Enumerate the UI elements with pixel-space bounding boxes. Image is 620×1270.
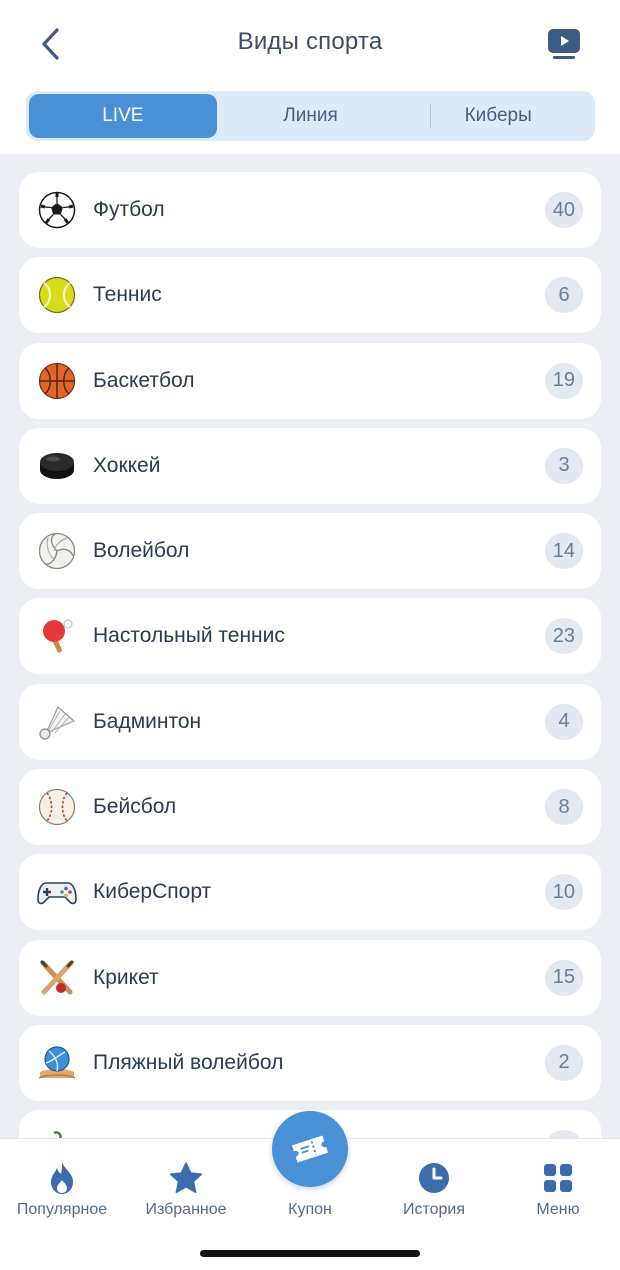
tab-menu[interactable]: Меню	[496, 1147, 620, 1219]
sport-row-baseball[interactable]: Бейсбол 8	[19, 769, 601, 846]
tab-label: Избранное	[145, 1201, 227, 1218]
sport-row-table-tennis[interactable]: Настольный теннис 23	[19, 598, 601, 675]
tennis-ball-icon	[37, 275, 77, 315]
event-count-badge: 23	[544, 618, 583, 655]
sport-name: Хоккей	[93, 453, 161, 477]
event-count-badge: 19	[544, 362, 583, 399]
gamepad-icon	[37, 872, 77, 912]
sport-name: Бадминтон	[93, 709, 202, 733]
event-count-badge: 40	[544, 192, 583, 228]
sport-name: КиберСпорт	[93, 880, 212, 904]
segment-divider	[430, 104, 431, 128]
tab-bar: Популярное Избранное Купон История Меню	[0, 1111, 620, 1270]
event-count-badge: 6	[545, 277, 583, 314]
partial-sport-icon	[37, 1128, 77, 1138]
grid-icon	[541, 1161, 575, 1195]
event-count-badge: 4	[545, 703, 583, 740]
header: Виды спорта LIVE Линия Киберы	[0, 0, 620, 154]
sport-row-esports[interactable]: КиберСпорт 10	[19, 854, 601, 931]
event-count-badge: 8	[545, 789, 583, 826]
clock-icon	[417, 1161, 451, 1195]
sport-row-cricket[interactable]: Крикет 15	[19, 939, 601, 1016]
sports-list: Футбол 40 Теннис 6 Баскетбол 19 Хоккей 3…	[19, 172, 601, 1138]
event-count-badge: 15	[544, 959, 583, 996]
event-count-badge: 14	[544, 533, 583, 570]
tab-popular[interactable]: Популярное	[0, 1147, 124, 1219]
sport-name: Теннис	[93, 283, 162, 307]
sport-row-football[interactable]: Футбол 40	[19, 172, 601, 248]
sport-name: Настольный теннис	[93, 624, 285, 648]
sport-name: Пляжный волейбол	[93, 1050, 284, 1074]
page-title: Виды спорта	[237, 28, 383, 55]
event-count-badge: 10	[544, 874, 583, 911]
tab-label: История	[402, 1201, 466, 1218]
star-icon	[169, 1161, 203, 1195]
sport-row-hockey[interactable]: Хоккей 3	[19, 427, 601, 504]
sport-row-beach-volleyball[interactable]: Пляжный волейбол 2	[19, 1024, 601, 1101]
sport-row-badminton[interactable]: Бадминтон 4	[19, 683, 601, 760]
ticket-icon	[292, 1135, 328, 1163]
segmented-control: LIVE Линия Киберы	[26, 91, 595, 141]
tv-button[interactable]	[544, 24, 584, 64]
shuttlecock-icon	[37, 702, 77, 742]
event-count-badge	[545, 1130, 583, 1138]
sport-name: Бейсбол	[93, 795, 177, 819]
soccer-ball-icon	[37, 190, 77, 230]
event-count-badge: 2	[545, 1044, 583, 1081]
hockey-puck-icon	[37, 446, 77, 486]
coupon-button[interactable]	[272, 1111, 348, 1187]
tab-favorites[interactable]: Избранное	[124, 1147, 248, 1219]
basketball-icon	[37, 361, 77, 401]
segment-line[interactable]: Линия	[217, 94, 405, 138]
beach-volleyball-icon	[37, 1043, 77, 1083]
sport-name: Крикет	[93, 965, 159, 989]
tab-label: Меню	[536, 1201, 580, 1218]
segment-cyber[interactable]: Киберы	[404, 94, 592, 138]
tv-play-icon	[548, 29, 580, 59]
sport-row-basketball[interactable]: Баскетбол 19	[19, 342, 601, 419]
tab-label: Популярное	[16, 1201, 108, 1218]
sport-row-tennis[interactable]: Теннис 6	[19, 257, 601, 334]
sport-name: Волейбол	[93, 539, 190, 563]
sport-row-volleyball[interactable]: Волейбол 14	[19, 513, 601, 590]
volleyball-icon	[37, 531, 77, 571]
tab-label: Купон	[288, 1201, 332, 1218]
segment-live[interactable]: LIVE	[29, 94, 217, 138]
sport-name: Футбол	[93, 198, 165, 221]
event-count-badge: 3	[545, 447, 583, 484]
baseball-icon	[37, 787, 77, 827]
tab-history[interactable]: История	[372, 1147, 496, 1219]
sport-name: Баскетбол	[93, 368, 195, 392]
home-indicator	[200, 1250, 420, 1257]
flame-icon	[45, 1161, 79, 1195]
cricket-icon	[37, 958, 77, 998]
ping-pong-paddle-icon	[37, 616, 77, 656]
